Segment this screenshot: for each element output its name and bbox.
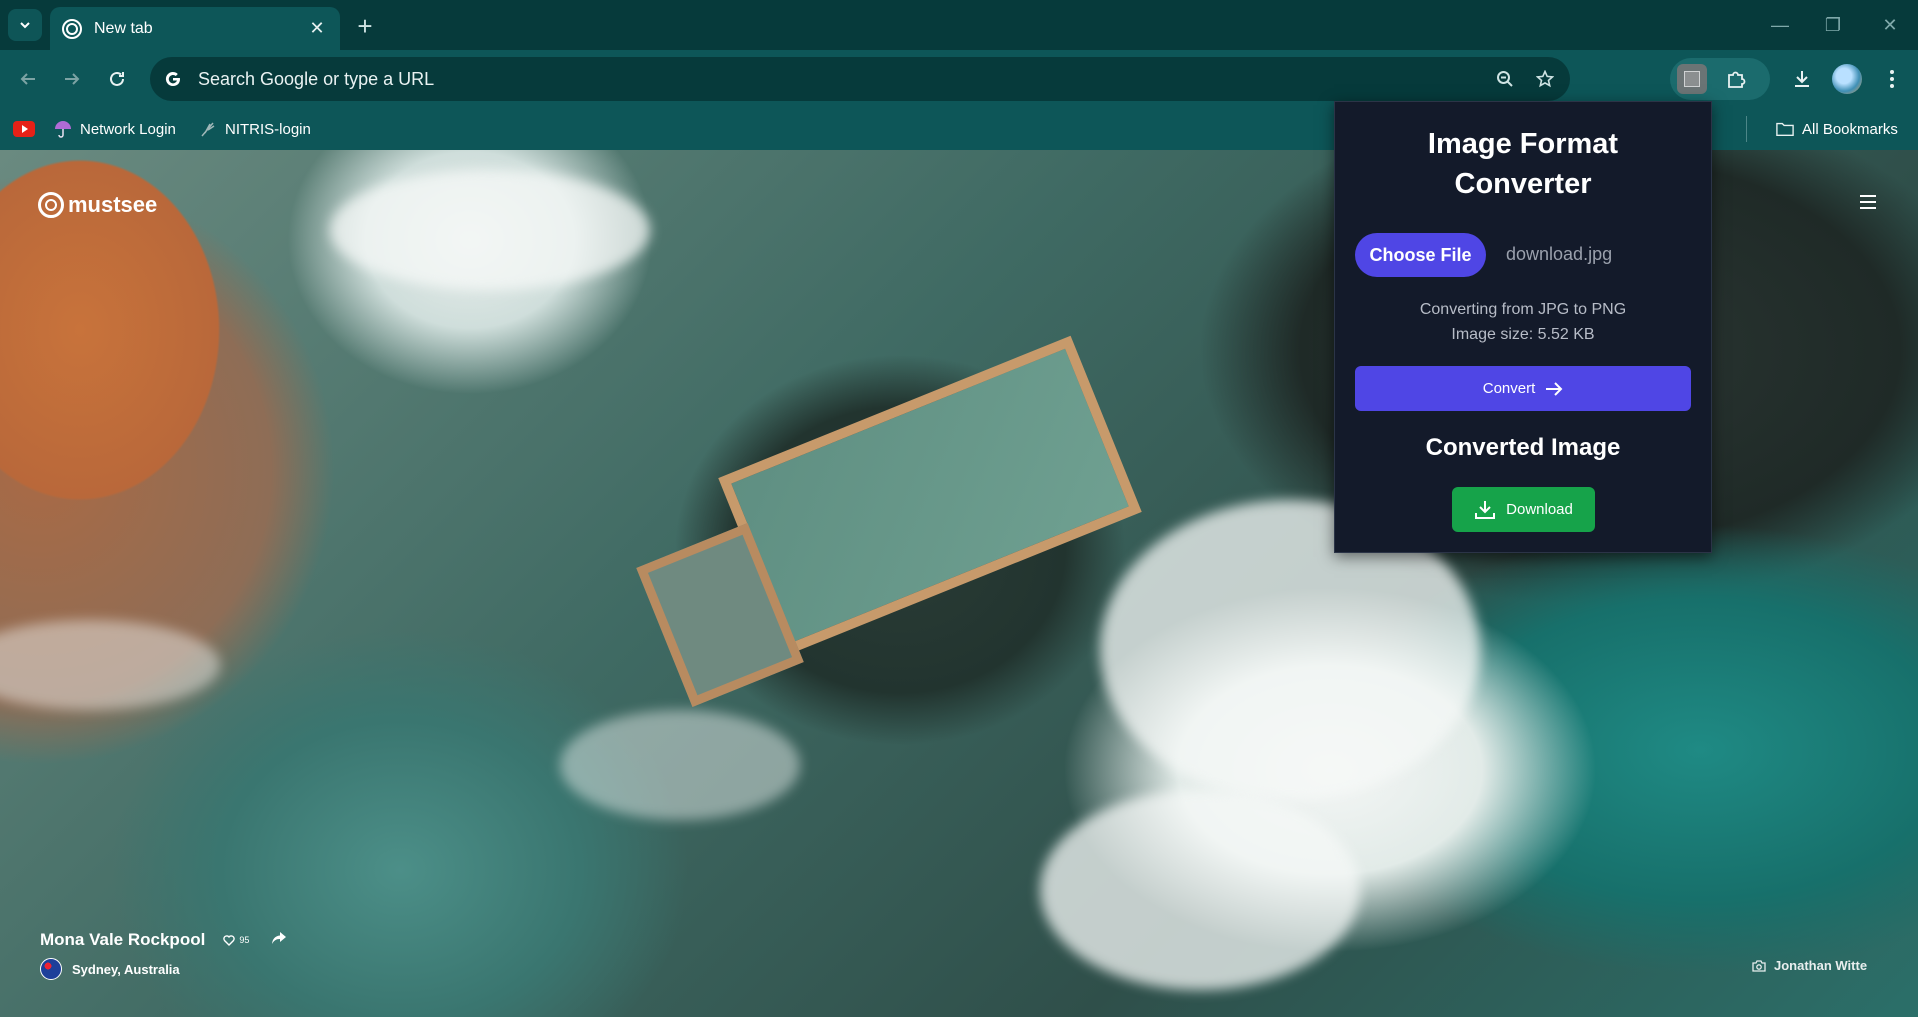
tab-title: New tab [94, 19, 153, 37]
zoom-out-icon[interactable] [1490, 64, 1520, 94]
photo-credit[interactable]: Jonathan Witte [1752, 958, 1867, 973]
image-converter-extension-button[interactable] [1677, 64, 1707, 94]
arrow-left-icon [20, 73, 35, 85]
bookmark-youtube[interactable] [13, 116, 35, 142]
menu-kebab-icon[interactable] [1876, 63, 1908, 95]
convert-label: Convert [1482, 380, 1536, 397]
like-count: 95 [239, 935, 250, 945]
bookmark-nitris-login[interactable]: NITRIS-login [199, 116, 311, 142]
popup-title-text: Image Format Converter [1427, 128, 1619, 200]
all-bookmarks-label: All Bookmarks [1802, 120, 1898, 138]
bookmark-label: Network Login [80, 120, 176, 138]
arrow-right-icon [65, 73, 80, 85]
restore-button[interactable]: ❐ [1813, 10, 1853, 40]
like-button[interactable]: 95 [223, 934, 250, 946]
photo-location: Sydney, Australia [72, 961, 180, 977]
image-converter-popup: Image Format Converter Choose File downl… [1334, 101, 1712, 553]
umbrella-icon [54, 120, 72, 138]
mustsee-logo-icon [38, 192, 64, 218]
convert-button[interactable]: Convert [1355, 366, 1691, 411]
image-size-info: Image size: 5.52 KB [1451, 326, 1595, 343]
tab-favicon-icon [62, 18, 82, 39]
google-icon [162, 68, 184, 90]
rockpool-image [718, 335, 1142, 655]
share-button[interactable] [271, 931, 287, 950]
wave-foam [1040, 790, 1360, 990]
folder-icon [1776, 120, 1794, 138]
reload-icon [110, 71, 124, 86]
tab-strip: New tab ✕ + — ❐ ✕ [0, 0, 1918, 50]
share-arrow-icon [272, 931, 287, 944]
address-bar[interactable]: Search Google or type a URL [150, 57, 1570, 101]
browser-toolbar: Search Google or type a URL [0, 50, 1918, 108]
close-tab-icon[interactable]: ✕ [306, 18, 328, 40]
popup-title: Image Format Converter [1335, 124, 1711, 204]
photographer-name: Jonathan Witte [1774, 958, 1868, 973]
forward-button[interactable] [56, 63, 88, 95]
tab-search-button[interactable] [8, 9, 42, 41]
hamburger-menu-icon[interactable] [1860, 195, 1876, 209]
back-button[interactable] [12, 63, 44, 95]
download-label: Download [1506, 501, 1573, 518]
chevron-down-icon [20, 22, 30, 29]
australia-flag-icon [40, 958, 62, 980]
conversion-info: Converting from JPG to PNG [1419, 301, 1627, 318]
extensions-puzzle-icon[interactable] [1720, 63, 1752, 95]
new-tab-button[interactable]: + [350, 11, 380, 41]
arrow-right-icon [1546, 381, 1563, 396]
photo-title[interactable]: Mona Vale Rockpool [40, 930, 205, 950]
download-icon [1475, 500, 1496, 519]
feather-icon [199, 120, 217, 138]
heart-icon [223, 934, 236, 946]
minimize-button[interactable]: — [1760, 10, 1800, 40]
tab-new-tab[interactable]: New tab ✕ [50, 7, 340, 50]
reload-button[interactable] [101, 63, 133, 95]
youtube-icon [13, 121, 35, 137]
download-button[interactable]: Download [1452, 487, 1595, 532]
selected-file-name: download.jpg [1506, 244, 1613, 264]
profile-avatar[interactable] [1832, 64, 1862, 94]
converted-image-heading: Converted Image [1425, 434, 1621, 461]
close-window-button[interactable]: ✕ [1870, 10, 1910, 40]
bookmark-star-icon[interactable] [1530, 64, 1560, 94]
all-bookmarks-button[interactable]: All Bookmarks [1776, 116, 1898, 142]
wave-foam [0, 620, 220, 710]
bookmarks-divider [1746, 116, 1747, 142]
choose-file-button[interactable]: Choose File [1355, 233, 1486, 277]
photo-info: Mona Vale Rockpool 95 Sydney, Australia [40, 930, 287, 980]
bookmark-network-login[interactable]: Network Login [54, 116, 176, 142]
wave-foam [330, 170, 650, 290]
bookmark-label: NITRIS-login [225, 120, 311, 138]
wave-foam [560, 710, 800, 820]
address-bar-placeholder: Search Google or type a URL [198, 68, 435, 89]
brand-name: mustsee [68, 192, 158, 217]
mustsee-logo[interactable]: mustsee [38, 192, 157, 218]
camera-icon [1752, 959, 1766, 972]
downloads-icon[interactable] [1786, 63, 1818, 95]
